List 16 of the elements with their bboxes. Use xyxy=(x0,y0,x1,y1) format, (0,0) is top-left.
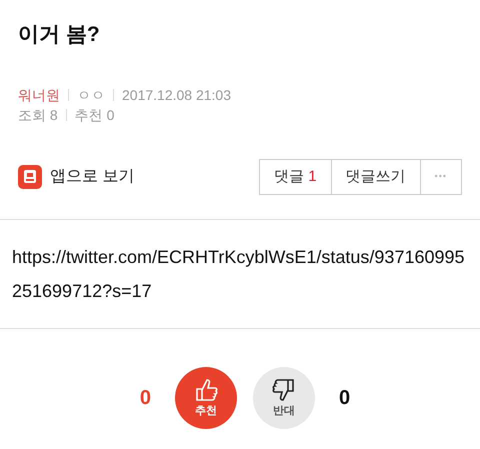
recommend-button[interactable]: 추천 xyxy=(175,367,237,430)
app-logo-icon xyxy=(18,165,42,190)
post-title: 이거 봄? xyxy=(17,22,101,48)
post-date: 2017.12.08 21:03 xyxy=(122,87,231,104)
app-link[interactable]: 앱으로 보기 xyxy=(18,165,134,190)
board-name[interactable]: 워너원 xyxy=(18,87,60,104)
write-comment-button[interactable]: 댓글쓰기 xyxy=(330,159,421,196)
comments-button[interactable]: 댓글 1 xyxy=(259,159,332,196)
oppose-button[interactable]: 반대 xyxy=(253,367,315,430)
thumbs-down-icon xyxy=(271,376,297,403)
thumbs-up-icon xyxy=(193,376,219,403)
up-count: 0 xyxy=(140,386,151,412)
post-body: https://twitter.com/ECRHTrKcyblWsE1/status/937160995251699712?s=17 xyxy=(11,246,466,304)
down-count: 0 xyxy=(339,386,350,412)
recommend-count: 추천 0 xyxy=(74,107,114,124)
view-count: 조회 8 xyxy=(18,107,58,124)
